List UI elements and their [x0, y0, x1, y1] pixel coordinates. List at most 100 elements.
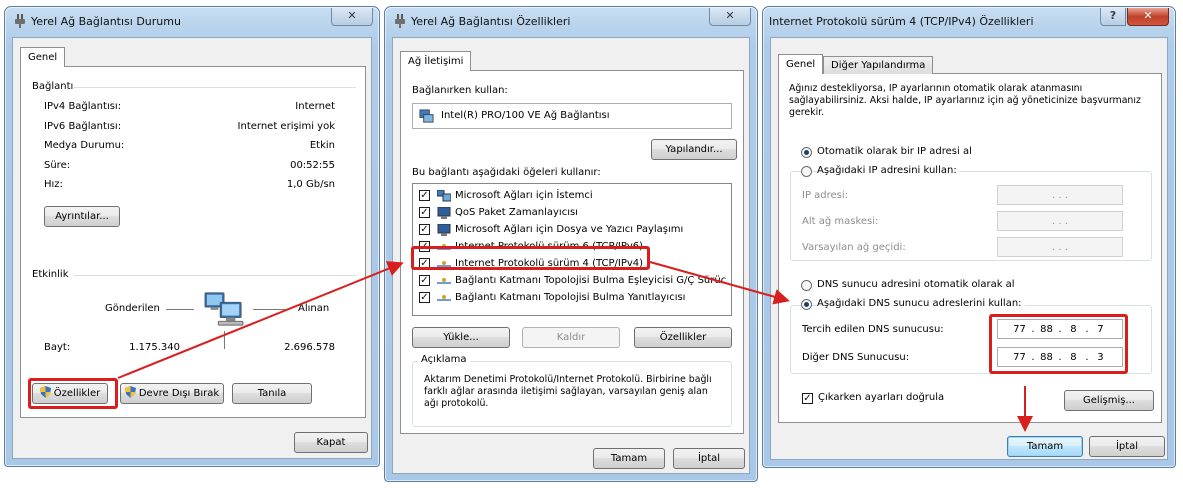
- row-label: IPv4 Bağlantısı:: [44, 101, 122, 112]
- uninstall-button[interactable]: Kaldır: [522, 327, 620, 348]
- tab-networking[interactable]: Ağ İletişimi: [400, 51, 472, 71]
- network-computers-icon: [204, 292, 244, 326]
- row-value: 1,0 Gb/sn: [286, 179, 335, 190]
- list-item[interactable]: ✓ Microsoft Ağları için Dosya ve Yazıcı …: [413, 222, 731, 239]
- item-checkbox[interactable]: ✓: [419, 275, 430, 286]
- intro-text: Ağınız destekliyorsa, IP ayarlarının oto…: [789, 83, 1141, 118]
- item-label: Bağlantı Katmanı Topolojisi Bulma Yanıtl…: [455, 292, 686, 303]
- row-label: Süre:: [44, 160, 71, 171]
- item-checkbox[interactable]: ✓: [419, 292, 430, 303]
- ip-address-label: IP adresi:: [802, 190, 849, 201]
- item-label: QoS Paket Zamanlayıcısı: [455, 207, 578, 218]
- auto-dns-radio[interactable]: [801, 280, 812, 291]
- manual-ip-label: Aşağıdaki IP adresini kullan:: [817, 165, 960, 176]
- list-item[interactable]: ✓ Bağlantı Katmanı Topolojisi Bulma Eşle…: [413, 273, 731, 290]
- network-plug-icon: [395, 14, 405, 28]
- qos-scheduler-icon: [437, 207, 451, 219]
- ip-dots: . . .: [1052, 189, 1068, 201]
- item-label: Microsoft Ağları için Dosya ve Yazıcı Pa…: [455, 224, 684, 235]
- install-button[interactable]: Yükle...: [412, 327, 510, 348]
- adapter-properties-window: Yerel Ağ Bağlantısı Özellikleri ✕ Ağ İle…: [384, 6, 758, 482]
- adapter-name: Intel(R) PRO/100 VE Ağ Bağlantısı: [441, 110, 610, 121]
- row-label: Hız:: [44, 179, 63, 190]
- ok-button[interactable]: Tamam: [1007, 436, 1083, 457]
- network-plug-icon: [15, 14, 25, 28]
- list-item[interactable]: ✓ Microsoft Ağları için İstemci: [413, 188, 731, 205]
- close-window-button[interactable]: ✕: [1127, 8, 1169, 26]
- tab-alternate-configuration[interactable]: Diğer Yapılandırma: [823, 56, 934, 74]
- network-adapter-icon: [419, 109, 434, 123]
- title-bar[interactable]: Yerel Ağ Bağlantısı Durumu ✕: [5, 7, 379, 33]
- bytes-received-value: 2.696.578: [284, 342, 335, 353]
- manual-ip-radio[interactable]: [801, 166, 812, 177]
- cancel-button[interactable]: İptal: [1089, 436, 1165, 457]
- manual-dns-label: Aşağıdaki DNS sunucu adreslerini kullan:: [817, 298, 1025, 309]
- alternate-dns-label: Diğer DNS Sunucusu:: [802, 352, 910, 363]
- item-checkbox[interactable]: ✓: [419, 224, 430, 235]
- divider: [74, 275, 356, 276]
- network-client-icon: [437, 190, 451, 202]
- help-button[interactable]: ?: [1100, 8, 1126, 26]
- close-button[interactable]: Kapat: [294, 432, 368, 453]
- close-window-button[interactable]: ✕: [331, 8, 373, 26]
- tab-general[interactable]: Genel: [778, 54, 824, 74]
- properties-button[interactable]: Özellikler: [634, 327, 732, 348]
- description-text: Aktarım Denetimi Protokolü/Internet Prot…: [424, 374, 712, 409]
- protocol-icon: [437, 278, 451, 284]
- bytes-label: Bayt:: [44, 342, 71, 353]
- bytes-sent-value: 1.175.340: [129, 342, 180, 353]
- list-item[interactable]: ✓ Bağlantı Katmanı Topolojisi Bulma Yanı…: [413, 290, 731, 307]
- item-checkbox[interactable]: ✓: [419, 190, 430, 201]
- uac-shield-icon: [124, 386, 136, 398]
- window-title: Yerel Ağ Bağlantısı Durumu: [31, 15, 181, 28]
- row-value: Etkin: [309, 140, 335, 151]
- row-value: Internet erişimi yok: [237, 121, 335, 132]
- ok-button[interactable]: Tamam: [593, 448, 665, 469]
- window-title: Yerel Ağ Bağlantısı Özellikleri: [411, 15, 571, 28]
- window-title: Internet Protokolü sürüm 4 (TCP/IPv4) Öz…: [769, 15, 1034, 28]
- validate-label: Çıkarken ayarları doğrula: [818, 392, 945, 403]
- highlight-properties-button: [28, 378, 118, 409]
- dialog-body: Genel Diğer Yapılandırma Ağınız destekli…: [770, 37, 1168, 460]
- configure-button[interactable]: Yapılandır...: [651, 139, 737, 160]
- connection-header: Bağlantı: [32, 81, 74, 92]
- title-bar[interactable]: Internet Protokolü sürüm 4 (TCP/IPv4) Öz…: [763, 7, 1175, 33]
- close-icon: ✕: [347, 9, 357, 22]
- subnet-field[interactable]: . . .: [997, 211, 1123, 231]
- cancel-button[interactable]: İptal: [673, 448, 745, 469]
- highlight-dns-fields: [989, 314, 1128, 374]
- tab-general[interactable]: Genel: [20, 47, 66, 67]
- close-icon: ✕: [725, 9, 735, 22]
- help-icon: ?: [1109, 9, 1117, 22]
- row-value: Internet: [295, 101, 335, 112]
- item-checkbox[interactable]: ✓: [419, 207, 430, 218]
- auto-dns-label: DNS sunucu adresini otomatik olarak al: [817, 279, 1015, 290]
- ip-address-field[interactable]: . . .: [997, 185, 1123, 205]
- auto-ip-label: Otomatik olarak bir IP adresi al: [817, 146, 972, 157]
- ipv4-properties-window: Internet Protokolü sürüm 4 (TCP/IPv4) Öz…: [762, 6, 1176, 468]
- ip-dots: . . .: [1052, 241, 1068, 253]
- diagnose-button[interactable]: Tanıla: [232, 383, 312, 404]
- received-line: [253, 309, 285, 310]
- highlight-ipv4-item: [411, 246, 650, 270]
- close-window-button[interactable]: ✕: [709, 8, 751, 26]
- advanced-button[interactable]: Gelişmiş...: [1064, 390, 1154, 411]
- row-label: IPv6 Bağlantısı:: [44, 121, 122, 132]
- row-label: Medya Durumu:: [44, 140, 125, 151]
- details-button[interactable]: Ayrıntılar...: [44, 206, 120, 227]
- description-legend: Açıklama: [418, 354, 470, 365]
- auto-ip-radio[interactable]: [801, 147, 812, 158]
- sent-label: Gönderilen: [105, 303, 160, 314]
- list-item[interactable]: ✓ QoS Paket Zamanlayıcısı: [413, 205, 731, 222]
- ip-dots: . . .: [1052, 215, 1068, 227]
- manual-dns-radio[interactable]: [801, 299, 812, 310]
- validate-checkbox[interactable]: ✓: [802, 393, 813, 404]
- gateway-label: Varsayılan ağ geçidi:: [802, 242, 906, 253]
- preferred-dns-label: Tercih edilen DNS sunucusu:: [802, 324, 944, 335]
- connect-using-label: Bağlanırken kullan:: [412, 85, 508, 96]
- title-bar[interactable]: Yerel Ağ Bağlantısı Özellikleri ✕: [385, 7, 757, 33]
- subnet-label: Alt ağ maskesi:: [802, 216, 879, 227]
- gateway-field[interactable]: . . .: [997, 237, 1123, 257]
- disable-button[interactable]: Devre Dışı Bırak: [120, 383, 224, 404]
- sent-line: [166, 309, 194, 310]
